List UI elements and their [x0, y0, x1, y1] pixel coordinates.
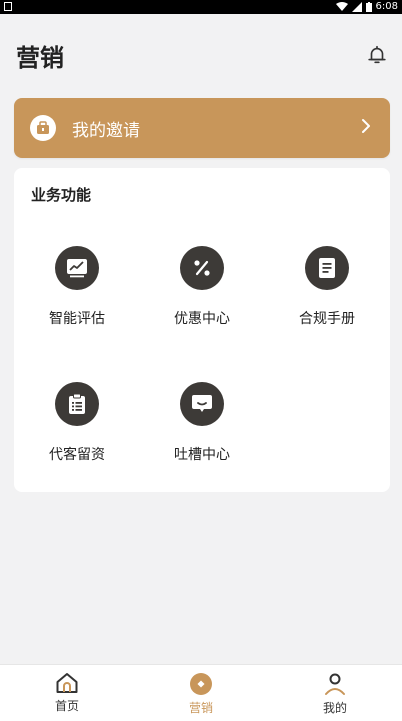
feature-smart-assessment[interactable]: 智能评估 [27, 246, 127, 328]
battery-icon [365, 2, 372, 12]
signal-icon [351, 2, 362, 12]
marketing-icon [190, 673, 212, 695]
my-invitation-banner[interactable]: 我的邀请 [14, 98, 390, 158]
invite-label: 我的邀请 [72, 120, 140, 141]
tab-home[interactable]: 首页 [0, 665, 134, 721]
bell-icon[interactable] [366, 44, 388, 66]
tab-label: 首页 [54, 699, 79, 713]
status-time: 6:08 [375, 1, 398, 12]
status-icons: 6:08 [335, 0, 398, 14]
tab-mine[interactable]: 我的 [268, 665, 402, 721]
bottom-tab-bar: 首页 营销 我的 [0, 664, 402, 721]
feature-discount-center[interactable]: 优惠中心 [152, 246, 252, 328]
chevron-right-icon [362, 119, 370, 133]
document-icon [305, 246, 349, 290]
invite-icon [30, 115, 56, 141]
status-bar: 6:08 [0, 0, 402, 14]
chat-icon [180, 382, 224, 426]
feature-feedback-center[interactable]: 吐槽中心 [152, 382, 252, 464]
header: 营销 [0, 14, 402, 98]
feature-compliance-manual[interactable]: 合规手册 [277, 246, 377, 328]
section-title: 业务功能 [31, 186, 92, 204]
feature-label: 代客留资 [49, 447, 105, 463]
tab-marketing[interactable]: 营销 [134, 665, 268, 721]
chart-icon [55, 246, 99, 290]
percent-icon [180, 246, 224, 290]
user-icon [325, 673, 345, 695]
home-icon [56, 673, 78, 693]
wifi-icon [335, 2, 348, 11]
feature-label: 智能评估 [49, 311, 105, 327]
clipboard-icon [55, 382, 99, 426]
tab-label: 营销 [188, 701, 213, 715]
feature-label: 优惠中心 [174, 311, 230, 327]
notification-icon [4, 2, 12, 11]
feature-customer-info[interactable]: 代客留资 [27, 382, 127, 464]
feature-label: 吐槽中心 [174, 447, 230, 463]
feature-label: 合规手册 [299, 311, 355, 327]
page-title: 营销 [16, 44, 64, 72]
business-functions-card: 业务功能 智能评估 优惠中心 合规手册 代客留资 吐槽中心 [14, 168, 390, 492]
tab-label: 我的 [322, 701, 347, 715]
